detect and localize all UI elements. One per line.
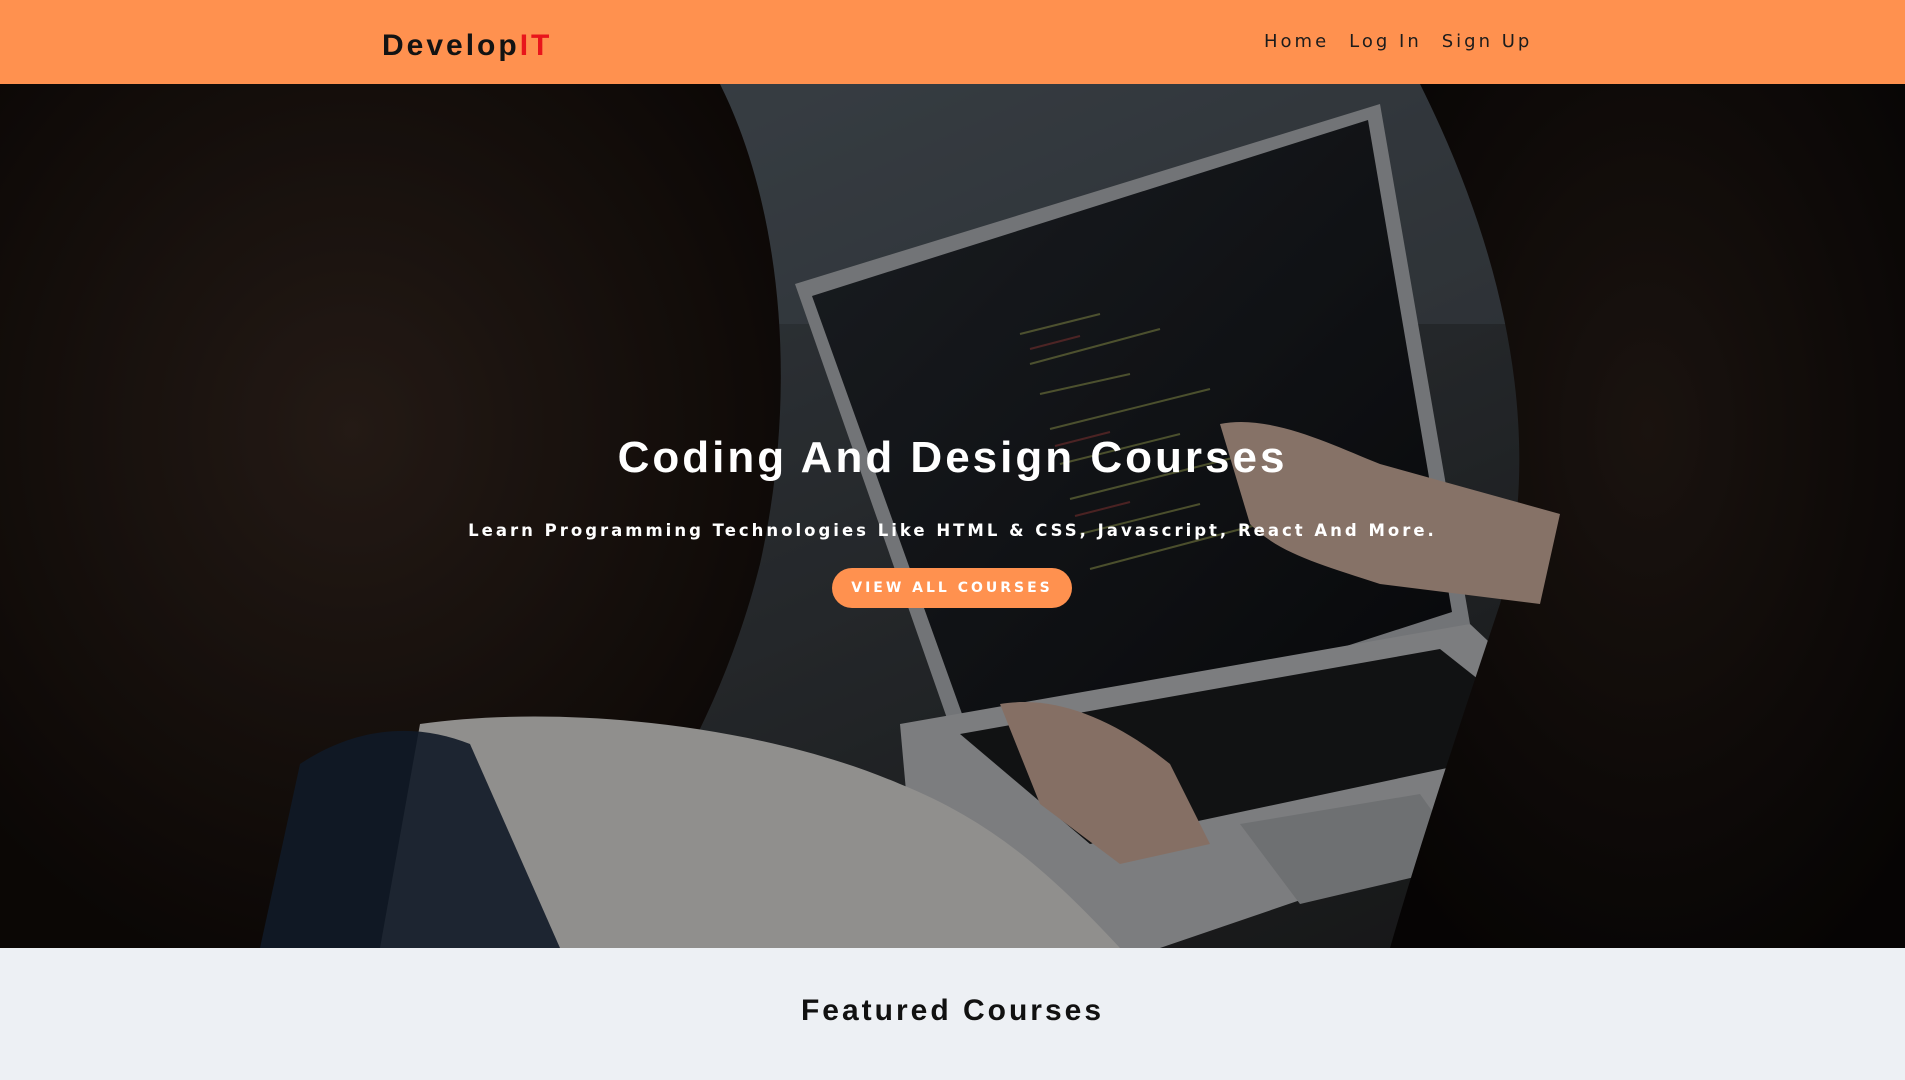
nav-link-signup[interactable]: Sign Up [1442, 30, 1533, 54]
view-all-courses-button[interactable]: VIEW ALL COURSES [832, 568, 1072, 608]
nav-link-home[interactable]: Home [1264, 30, 1329, 54]
brand-name-main: Develop [382, 29, 520, 62]
page: DevelopIT Home Log In Sign Up Coding And… [0, 0, 1905, 1080]
brand-logo[interactable]: DevelopIT [382, 28, 552, 64]
top-navbar: DevelopIT Home Log In Sign Up [0, 0, 1905, 84]
nav-link-login[interactable]: Log In [1349, 30, 1422, 54]
hero-section: Coding And Design Courses Learn Programm… [0, 84, 1905, 948]
hero-subtitle: Learn Programming Technologies Like HTML… [468, 521, 1437, 540]
featured-courses-section: Featured Courses [0, 948, 1905, 1080]
nav-links: Home Log In Sign Up [1264, 30, 1532, 54]
hero-content: Coding And Design Courses Learn Programm… [0, 84, 1905, 948]
featured-courses-title: Featured Courses [800, 994, 1105, 1027]
brand-name-accent: IT [519, 29, 553, 62]
hero-title: Coding And Design Courses [617, 433, 1288, 482]
